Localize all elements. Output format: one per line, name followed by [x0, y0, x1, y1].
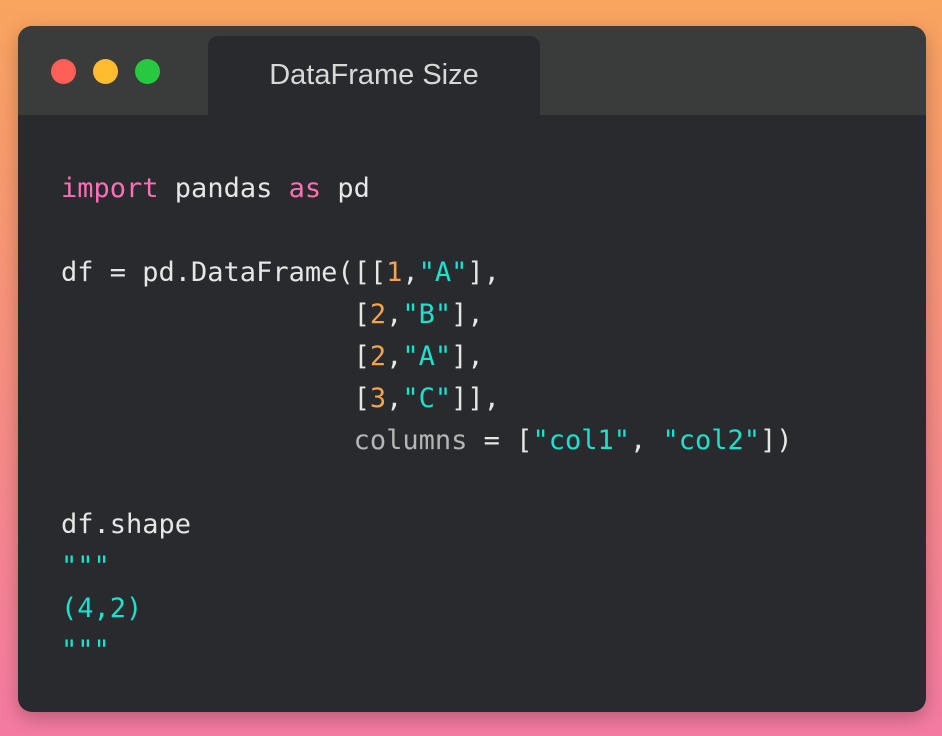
code-line-9: df.shape: [61, 504, 793, 546]
code-text: ],: [451, 341, 484, 372]
code-text: ,: [402, 257, 419, 288]
code-text: = [: [467, 425, 533, 456]
code-text: [: [61, 341, 370, 372]
code-string: (4,2): [61, 593, 143, 624]
keyword-import: import: [61, 173, 159, 204]
code-string: """: [61, 635, 110, 666]
code-block: import pandas as pd df = pd.DataFrame([[1…: [61, 168, 793, 672]
code-text: pd: [321, 173, 370, 204]
code-string: "A": [402, 341, 452, 372]
code-text: ],: [451, 299, 484, 330]
minimize-button[interactable]: [93, 59, 118, 84]
code-number: 2: [369, 299, 387, 330]
close-button[interactable]: [51, 59, 76, 84]
code-line-6: [3,"C"]],: [61, 378, 793, 420]
code-line-7: columns = ["col1", "col2"]): [61, 420, 793, 462]
code-text: df = pd.DataFrame([[: [61, 257, 387, 288]
code-line-5: [2,"A"],: [61, 336, 793, 378]
tab-dataframe-size[interactable]: DataFrame Size: [208, 36, 540, 115]
keyword-as: as: [288, 173, 322, 204]
code-param: columns: [353, 425, 468, 456]
code-line-4: [2,"B"],: [61, 294, 793, 336]
code-number: 2: [369, 341, 387, 372]
code-line-12: """: [61, 630, 793, 672]
code-text: [: [61, 383, 370, 414]
tab-title: DataFrame Size: [269, 59, 479, 91]
code-string: "col1": [532, 425, 630, 456]
code-text: ,: [386, 299, 403, 330]
title-bar: DataFrame Size: [18, 26, 926, 115]
code-line-10: """: [61, 546, 793, 588]
code-string: "col2": [662, 425, 761, 456]
code-text: ]): [760, 425, 793, 456]
code-string: "A": [418, 257, 468, 288]
code-text: ]],: [451, 383, 500, 414]
code-text: ,: [386, 341, 403, 372]
code-string: """: [61, 551, 110, 582]
code-string: "C": [402, 383, 452, 414]
code-line-11: (4,2): [61, 588, 793, 630]
code-number: 1: [386, 257, 403, 288]
code-string: "B": [402, 299, 452, 330]
maximize-button[interactable]: [135, 59, 160, 84]
code-window: DataFrame Size import pandas as pd df = p…: [18, 26, 926, 712]
code-text: df.shape: [61, 509, 192, 540]
code-text: ,: [629, 425, 663, 456]
code-text: ],: [467, 257, 500, 288]
code-line-3: df = pd.DataFrame([[1,"A"],: [61, 252, 793, 294]
code-number: 3: [369, 383, 387, 414]
code-text: [: [61, 299, 370, 330]
code-text: pandas: [158, 173, 289, 204]
code-line-1: import pandas as pd: [61, 168, 793, 210]
code-text: ,: [386, 383, 403, 414]
